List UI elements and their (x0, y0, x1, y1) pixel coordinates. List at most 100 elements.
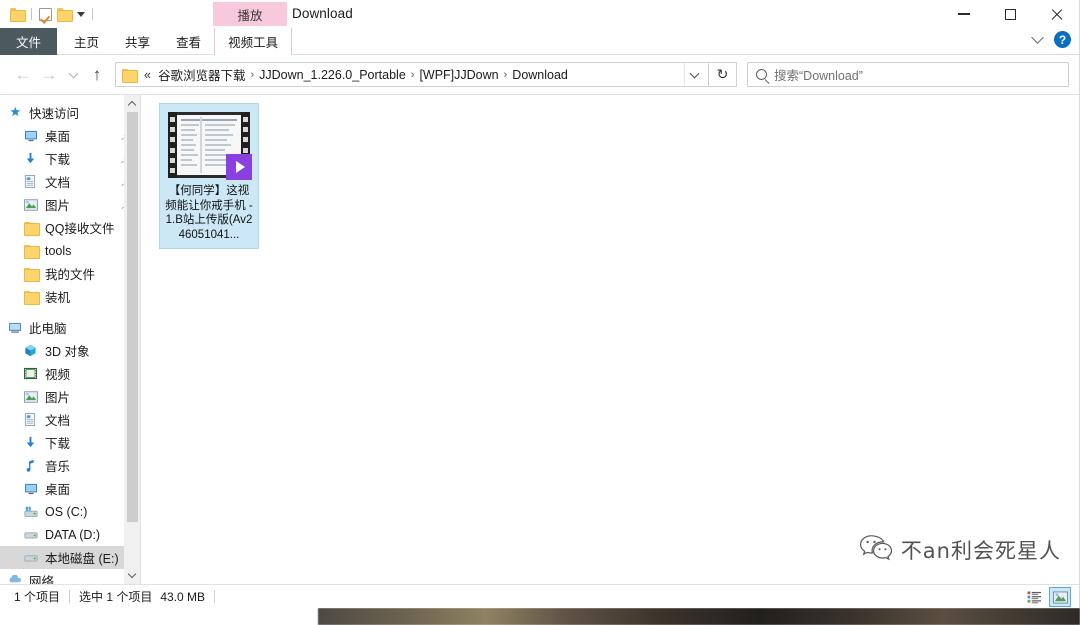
tab-home[interactable]: 主页 (61, 28, 112, 55)
forward-button[interactable]: → (36, 62, 62, 88)
sidebar-item-qq-files[interactable]: QQ接收文件 (0, 216, 140, 239)
sidebar-item-setup[interactable]: 装机 (0, 285, 140, 308)
scroll-down-arrow-icon[interactable] (124, 567, 140, 584)
sidebar-item-os-drive[interactable]: OS (C:) (0, 500, 140, 523)
address-dropdown-chevron-down-icon[interactable] (684, 63, 704, 86)
breadcrumb-item-3[interactable]: Download (508, 68, 572, 82)
sidebar-item-desktop-pc[interactable]: 桌面 (0, 477, 140, 500)
title-bar: 播放 Download (0, 0, 1079, 28)
scroll-up-arrow-icon[interactable] (124, 95, 140, 112)
selection-label: 选中 1 个项目 (79, 590, 153, 604)
minimize-button[interactable] (941, 0, 987, 28)
sidebar-item-documents[interactable]: 文档 (0, 170, 140, 193)
sidebar-section-quick-access[interactable]: 快速访问 (0, 101, 140, 124)
breadcrumb-item-2[interactable]: [WPF]JJDown (415, 68, 502, 82)
sidebar-item-data-drive[interactable]: DATA (D:) (0, 523, 140, 546)
file-list-pane[interactable]: 【何同学】这视频能让你戒手机 - 1.B站上传版(Av246051041... … (140, 95, 1079, 584)
sidebar-section-this-pc[interactable]: 此电脑 (0, 316, 140, 339)
sidebar-item-videos[interactable]: 视频 (0, 362, 140, 385)
window-title: Download (292, 6, 353, 21)
sidebar-item-data-drive-label: DATA (D:) (45, 527, 101, 542)
tab-video-tools[interactable]: 视频工具 (214, 28, 293, 55)
pictures-icon (24, 198, 42, 211)
tab-file[interactable]: 文件 (0, 28, 58, 55)
search-input[interactable]: 搜索“Download” (774, 65, 863, 84)
status-bar: 1 个项目 选中 1 个项目 43.0 MB (0, 584, 1079, 608)
sidebar-item-tools-label: tools (45, 243, 72, 258)
ribbon-right-controls: ? (1031, 31, 1071, 48)
quick-access-toolbar (10, 4, 95, 24)
sidebar-item-qq-files-label: QQ接收文件 (45, 222, 115, 236)
desktop-icon (24, 483, 42, 495)
sidebar-section-this-pc-label: 此电脑 (29, 322, 67, 336)
back-button[interactable]: ← (10, 62, 36, 88)
drive-icon (24, 530, 42, 540)
large-icons-view-button[interactable] (1049, 587, 1071, 607)
sidebar-section-network[interactable]: 网络 (0, 569, 140, 584)
sidebar-section-quick-access-label: 快速访问 (29, 107, 80, 121)
up-button[interactable]: ↑ (84, 62, 110, 88)
help-icon[interactable]: ? (1054, 31, 1071, 48)
file-item-label: 【何同学】这视频能让你戒手机 - 1.B站上传版(Av246051041... (165, 185, 253, 241)
drive-icon (24, 553, 42, 563)
sidebar-item-pictures[interactable]: 图片 (0, 193, 140, 216)
file-item[interactable]: 【何同学】这视频能让你戒手机 - 1.B站上传版(Av246051041... (159, 103, 259, 249)
search-box[interactable]: 搜索“Download” (747, 62, 1069, 87)
maximize-button[interactable] (987, 0, 1033, 28)
folder-icon (24, 267, 42, 282)
sidebar-item-downloads-pc-label: 下载 (45, 437, 71, 451)
ribbon-tabs: 文件 主页 共享 查看 视频工具 (0, 28, 1079, 55)
window-controls (941, 0, 1079, 28)
sidebar-item-documents-pc[interactable]: 文档 (0, 408, 140, 431)
watermark-text: 不an利会死星人 (900, 538, 1061, 563)
details-view-button[interactable] (1023, 587, 1045, 607)
play-badge-icon (226, 154, 252, 180)
address-bar[interactable]: « 谷歌浏览器下载 › JJDown_1.226.0_Portable › [W… (115, 62, 709, 87)
status-divider-1 (69, 590, 71, 603)
sidebar-scrollbar[interactable] (124, 95, 140, 584)
navigation-pane[interactable]: 快速访问 桌面 下载 文档 图片 QQ接收文件 tools 我的文件 装机 此电… (0, 95, 140, 584)
sidebar-item-tools[interactable]: tools (0, 239, 140, 262)
os-drive-icon (24, 506, 42, 518)
breadcrumb-item-1[interactable]: JJDown_1.226.0_Portable (255, 68, 410, 82)
sidebar-item-local-disk-e[interactable]: 本地磁盘 (E:) (0, 546, 140, 569)
qat-divider-1 (31, 8, 32, 20)
new-folder-icon[interactable] (57, 8, 73, 22)
wechat-watermark: 不an利会死星人 (859, 533, 1061, 566)
tab-share[interactable]: 共享 (112, 28, 163, 55)
recent-locations-chevron-down-icon[interactable] (62, 62, 84, 88)
sidebar-item-3d-objects[interactable]: 3D 对象 (0, 339, 140, 362)
selection-size-label: 43.0 MB (160, 589, 206, 604)
status-divider-2 (214, 590, 216, 603)
sidebar-item-downloads[interactable]: 下载 (0, 147, 140, 170)
tab-view[interactable]: 查看 (163, 28, 214, 55)
background-photo (318, 608, 1080, 625)
sidebar-item-my-files[interactable]: 我的文件 (0, 262, 140, 285)
star-icon (8, 106, 26, 119)
sidebar-item-pictures-pc[interactable]: 图片 (0, 385, 140, 408)
file-explorer-window: 播放 Download 文件 主页 共享 查看 视频工具 ? ← → ↑ « 谷… (0, 0, 1080, 608)
refresh-button[interactable]: ↻ (709, 62, 737, 87)
breadcrumb-overflow[interactable]: « (139, 68, 154, 82)
computer-icon (8, 322, 26, 334)
new-folder-checkbox-icon[interactable] (39, 7, 52, 21)
qat-divider-2 (92, 8, 93, 20)
filmstrip-left (168, 112, 177, 178)
contextual-tab-play[interactable]: 播放 (213, 2, 287, 26)
sidebar-item-music-label: 音乐 (45, 460, 71, 474)
sidebar-item-downloads-pc[interactable]: 下载 (0, 431, 140, 454)
ribbon-expand-chevron-down-icon[interactable] (1031, 31, 1044, 44)
qat-chevron-down-icon[interactable] (77, 11, 85, 17)
close-button[interactable] (1033, 0, 1079, 28)
sidebar-item-music[interactable]: 音乐 (0, 454, 140, 477)
properties-folder-icon[interactable] (10, 8, 26, 22)
breadcrumb-item-0[interactable]: 谷歌浏览器下载 (154, 65, 250, 84)
breadcrumb: « 谷歌浏览器下载 › JJDown_1.226.0_Portable › [W… (139, 65, 684, 84)
sidebar-section-network-label: 网络 (29, 575, 55, 584)
scrollbar-thumb[interactable] (126, 112, 138, 522)
address-folder-icon (122, 68, 138, 83)
pictures-icon (24, 390, 42, 403)
view-mode-buttons (1023, 587, 1071, 607)
scrollbar-track[interactable] (124, 112, 140, 567)
sidebar-item-desktop[interactable]: 桌面 (0, 124, 140, 147)
